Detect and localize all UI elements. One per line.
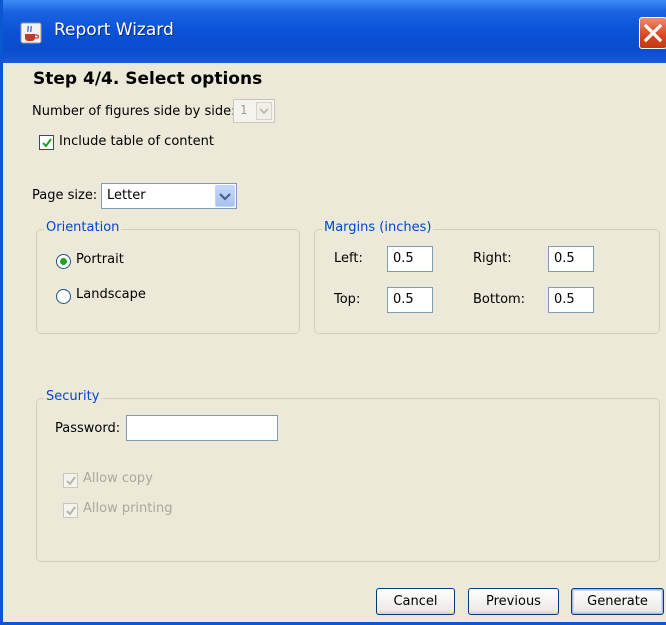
orientation-title: Orientation [44, 220, 122, 235]
window-title: Report Wizard [54, 20, 174, 40]
close-button[interactable] [639, 17, 666, 49]
orientation-group [36, 229, 300, 334]
portrait-label: Portrait [76, 252, 124, 267]
page-size-select[interactable]: Letter [101, 183, 237, 209]
allow-copy-checkbox[interactable] [63, 473, 78, 488]
radio-selected-dot [60, 258, 67, 265]
close-icon [643, 23, 663, 43]
bottom-margin-label: Bottom: [473, 292, 526, 307]
toc-checkbox[interactable] [39, 135, 54, 150]
top-margin-label: Top: [334, 292, 361, 307]
figures-label: Number of figures side by side: [32, 104, 236, 119]
password-input[interactable] [126, 415, 278, 441]
bottom-margin-input[interactable]: 0.5 [548, 287, 594, 313]
figures-value: 1 [240, 103, 248, 117]
right-margin-input[interactable]: 0.5 [548, 246, 594, 272]
checkmark-icon [66, 476, 76, 486]
previous-button[interactable]: Previous [468, 588, 559, 615]
security-title: Security [44, 389, 102, 404]
figures-spinner[interactable]: 1 [233, 99, 275, 123]
landscape-label: Landscape [76, 287, 146, 302]
page-size-value: Letter [107, 188, 146, 203]
toc-label: Include table of content [59, 134, 214, 149]
chevron-down-icon[interactable] [256, 102, 272, 120]
left-margin-input[interactable]: 0.5 [387, 246, 433, 272]
right-margin-label: Right: [473, 251, 512, 266]
margins-title: Margins (inches) [322, 220, 434, 235]
step-title: Step 4/4. Select options [33, 69, 263, 89]
top-margin-input[interactable]: 0.5 [387, 287, 433, 313]
report-wizard-window: Report Wizard Step 4/4. Select options N… [0, 0, 666, 625]
page-size-label: Page size: [32, 188, 98, 203]
checkmark-icon [66, 506, 76, 516]
allow-printing-label: Allow printing [83, 501, 173, 516]
allow-copy-label: Allow copy [83, 471, 153, 486]
cancel-button[interactable]: Cancel [376, 588, 455, 615]
left-margin-label: Left: [334, 251, 363, 266]
margins-group [314, 229, 660, 334]
checkmark-icon [42, 138, 52, 148]
landscape-radio[interactable] [56, 289, 71, 304]
generate-button[interactable]: Generate [571, 588, 664, 615]
allow-printing-checkbox[interactable] [63, 503, 78, 518]
portrait-radio[interactable] [56, 254, 71, 269]
java-cup-icon [20, 22, 42, 44]
title-bar[interactable]: Report Wizard [3, 0, 666, 63]
password-label: Password: [55, 421, 121, 436]
chevron-down-icon[interactable] [215, 185, 235, 207]
